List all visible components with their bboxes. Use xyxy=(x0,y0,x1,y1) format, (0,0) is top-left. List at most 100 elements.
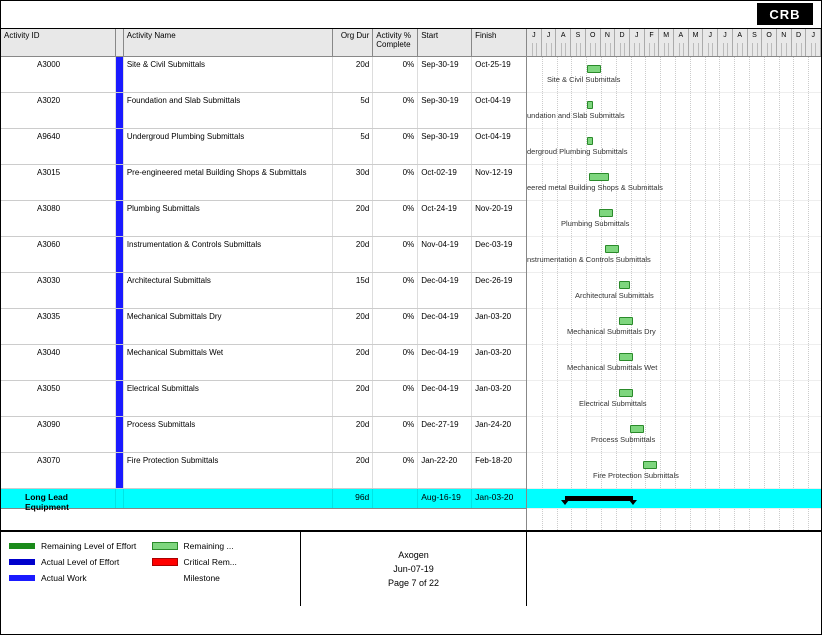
table-row: A3090Process Submittals20d0%Dec-27-19Jan… xyxy=(1,417,526,453)
table-row: A3000Site & Civil Submittals20d0%Sep-30-… xyxy=(1,57,526,93)
gantt-bar xyxy=(599,209,613,217)
swatch-icon xyxy=(9,575,35,581)
cell-start: Nov-04-19 xyxy=(418,237,472,272)
cell-pct: 0% xyxy=(373,57,418,92)
col-header-pct: Activity % Complete xyxy=(373,29,418,56)
month-label: J xyxy=(703,29,718,43)
cell-dur: 5d xyxy=(333,93,373,128)
gantt-bar xyxy=(589,173,609,181)
gantt-bar xyxy=(605,245,619,253)
cell-dur: 20d xyxy=(333,57,373,92)
cell-pct: 0% xyxy=(373,381,418,416)
month-label: S xyxy=(571,29,586,43)
footer: Remaining Level of Effort Actual Level o… xyxy=(1,531,821,606)
month-label: A xyxy=(733,29,748,43)
cell-finish: Jan-03-20 xyxy=(472,381,526,416)
legend-label: Remaining Level of Effort xyxy=(41,541,136,551)
tick xyxy=(777,43,792,57)
page: CRB Activity ID Activity Name Org Dur Ac… xyxy=(0,0,822,635)
table-row: A3080Plumbing Submittals20d0%Oct-24-19No… xyxy=(1,201,526,237)
status-strip xyxy=(116,417,124,452)
content: Activity ID Activity Name Org Dur Activi… xyxy=(1,29,821,531)
gantt-bar-label: Electrical Submittals xyxy=(579,399,647,408)
gantt-row: Plumbing Submittals xyxy=(527,201,821,237)
status-strip xyxy=(116,309,124,344)
tick xyxy=(601,43,616,57)
table-row: A9640Undergroud Plumbing Submittals5d0%S… xyxy=(1,129,526,165)
cell-pct: 0% xyxy=(373,237,418,272)
cell-id: A3000 xyxy=(1,57,116,92)
cell-finish: Jan-03-20 xyxy=(472,309,526,344)
legend-item: Remaining Level of Effort xyxy=(9,538,149,554)
legend: Remaining Level of Effort Actual Level o… xyxy=(1,532,301,606)
table-rows: A3000Site & Civil Submittals20d0%Sep-30-… xyxy=(1,57,526,530)
table-header: Activity ID Activity Name Org Dur Activi… xyxy=(1,29,526,57)
tick xyxy=(792,43,807,57)
gantt-row: Process Submittals xyxy=(527,417,821,453)
tick xyxy=(806,43,821,57)
cell-name: Pre-engineered metal Building Shops & Su… xyxy=(124,165,334,200)
swatch-icon xyxy=(9,559,35,565)
cell-pct: 0% xyxy=(373,417,418,452)
cell-name: Site & Civil Submittals xyxy=(124,57,334,92)
table-row: A3040Mechanical Submittals Wet20d0%Dec-0… xyxy=(1,345,526,381)
cell-name: Foundation and Slab Submittals xyxy=(124,93,334,128)
tick xyxy=(733,43,748,57)
cell-name: Plumbing Submittals xyxy=(124,201,334,236)
gantt-bar xyxy=(619,317,633,325)
gantt-row: eered metal Building Shops & Submittals xyxy=(527,165,821,201)
timeline-months: JJASONDJFMAMJJASONDJ xyxy=(527,29,821,43)
summary-bar xyxy=(565,496,633,501)
status-strip xyxy=(116,453,124,488)
page-number: Page 7 of 22 xyxy=(309,578,518,588)
gantt-bar-label: Mechanical Submittals Dry xyxy=(567,327,656,336)
swatch-icon xyxy=(152,542,178,550)
logo: CRB xyxy=(757,3,813,25)
gantt-bar xyxy=(630,425,644,433)
gantt-bar-label: Fire Protection Submittals xyxy=(593,471,679,480)
table-row: A3070Fire Protection Submittals20d0%Jan-… xyxy=(1,453,526,489)
cell-start: Jan-22-20 xyxy=(418,453,472,488)
gantt-row: Electrical Submittals xyxy=(527,381,821,417)
cell-blank xyxy=(124,489,334,508)
tick xyxy=(586,43,601,57)
cell-start: Dec-04-19 xyxy=(418,381,472,416)
cell-finish: Feb-18-20 xyxy=(472,453,526,488)
cell-dur: 20d xyxy=(333,381,373,416)
cell-finish: Jan-03-20 xyxy=(472,489,526,508)
data-date: Jun-07-19 xyxy=(309,564,518,574)
gantt-bar-label: Architectural Submittals xyxy=(575,291,654,300)
cell-dur: 96d xyxy=(333,489,373,508)
cell-finish: Oct-04-19 xyxy=(472,129,526,164)
cell-id: A3035 xyxy=(1,309,116,344)
gantt-bar-label: dergroud Plumbing Submittals xyxy=(527,147,627,156)
cell-finish: Nov-20-19 xyxy=(472,201,526,236)
legend-item: Critical Rem... xyxy=(152,554,292,570)
cell-id: A3090 xyxy=(1,417,116,452)
cell-dur: 30d xyxy=(333,165,373,200)
table-row: A3035Mechanical Submittals Dry20d0%Dec-0… xyxy=(1,309,526,345)
month-label: S xyxy=(748,29,763,43)
cell-dur: 20d xyxy=(333,237,373,272)
tick xyxy=(615,43,630,57)
table-row: A3015Pre-engineered metal Building Shops… xyxy=(1,165,526,201)
month-label: D xyxy=(792,29,807,43)
cell-finish: Jan-24-20 xyxy=(472,417,526,452)
month-label: J xyxy=(542,29,557,43)
tick xyxy=(659,43,674,57)
gantt-chart: JJASONDJFMAMJJASONDJ Site & Civil Submit… xyxy=(527,29,821,530)
cell-name: Instrumentation & Controls Submittals xyxy=(124,237,334,272)
legend-label: Remaining ... xyxy=(184,541,234,551)
month-label: J xyxy=(630,29,645,43)
tick xyxy=(645,43,660,57)
cell-pct: 0% xyxy=(373,273,418,308)
gantt-row: nstrumentation & Controls Submittals xyxy=(527,237,821,273)
cell-start: Oct-24-19 xyxy=(418,201,472,236)
tick xyxy=(718,43,733,57)
summary-row: Long Lead Equipment96dAug-16-19Jan-03-20 xyxy=(1,489,526,509)
legend-label: Actual Level of Effort xyxy=(41,557,119,567)
month-label: M xyxy=(689,29,704,43)
svg-text:CRB: CRB xyxy=(769,7,800,22)
cell-dur: 20d xyxy=(333,417,373,452)
gantt-bar xyxy=(587,137,593,145)
